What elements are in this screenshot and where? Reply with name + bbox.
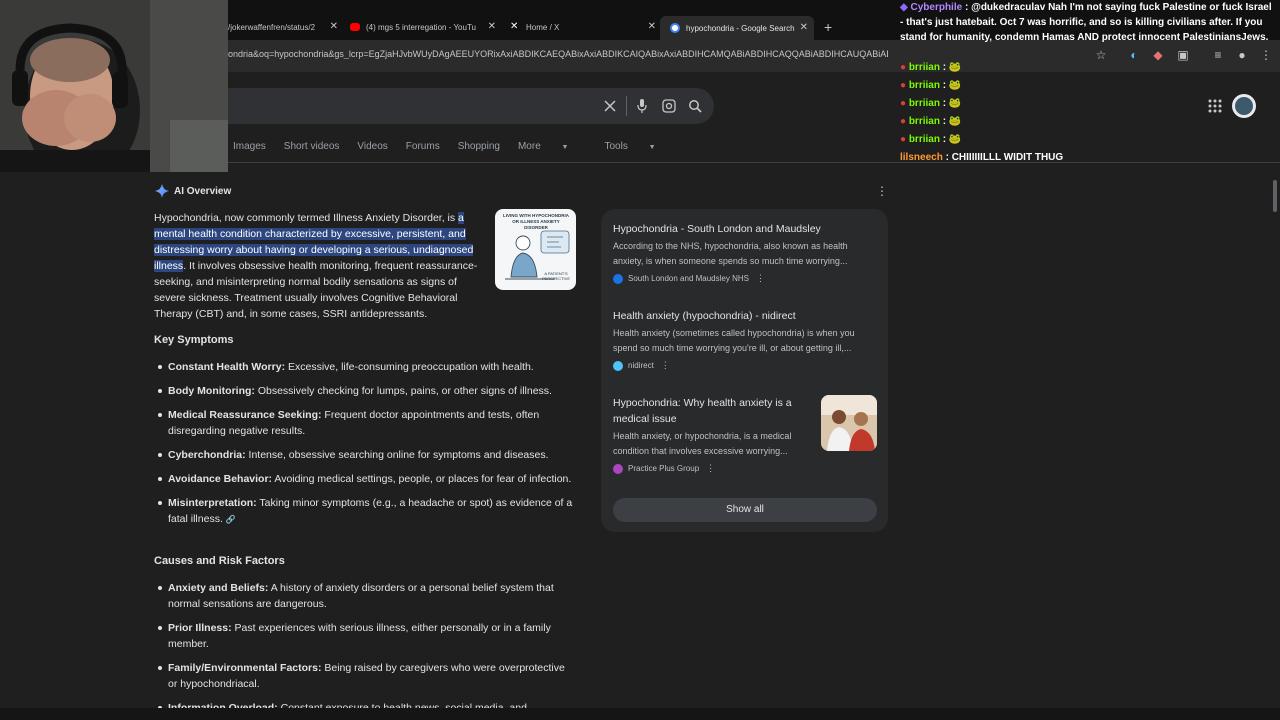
causes-heading: Causes and Risk Factors	[154, 555, 285, 567]
ai-overview-intro: Hypochondria, now commonly termed Illnes…	[154, 212, 478, 320]
list-item: Anxiety and Beliefs: A history of anxiet…	[156, 580, 576, 612]
tab-videos[interactable]: Videos	[357, 141, 387, 155]
close-icon[interactable]: ✕	[488, 21, 496, 32]
source-site: nidirect	[628, 361, 654, 370]
source-card[interactable]: Hypochondria - South London and Maudsley…	[613, 221, 878, 284]
list-item: Body Monitoring: Obsessively checking fo…	[156, 383, 576, 399]
source-meta: nidirect ⋮	[613, 360, 878, 371]
ai-overview-thumbnail[interactable]: LIVING WITH HYPOCHONDRIA OR ILLNESS ANXI…	[495, 209, 576, 290]
tab-twitter-status[interactable]: /jokerwaffenfren/status/2 ✕	[228, 17, 338, 37]
causes-list: Anxiety and Beliefs: A history of anxiet…	[156, 580, 576, 720]
google-icon	[670, 23, 680, 33]
url-field[interactable]: ondria&oq=hypochondria&gs_lcrp=EgZjaHJvb…	[228, 49, 888, 59]
source-card[interactable]: Health anxiety (hypochondria) - nidirect…	[613, 308, 878, 371]
chat-badge-icon: ●	[900, 80, 907, 91]
scrollbar-thumb[interactable]	[1273, 180, 1277, 212]
x-logo-icon: ✕	[510, 21, 519, 32]
tab-forums[interactable]: Forums	[406, 141, 440, 155]
tab-google-search[interactable]: hypochondria - Google Search ✕	[660, 16, 814, 40]
source-title[interactable]: Hypochondria: Why health anxiety is a me…	[613, 395, 818, 427]
list-item: Family/Environmental Factors: Being rais…	[156, 660, 576, 692]
list-item: Cyberchondria: Intense, obsessive search…	[156, 447, 576, 463]
tab-shopping[interactable]: Shopping	[458, 141, 500, 155]
chat-message: lilsneech : CHIIIIIILLL WIDIT THUG	[900, 152, 1064, 163]
link-icon[interactable]: 🔗	[226, 515, 236, 524]
caret-down-icon: ▼	[648, 144, 656, 151]
tab-title: hypochondria - Google Search	[686, 23, 795, 33]
source-title[interactable]: Hypochondria - South London and Maudsley	[613, 221, 878, 237]
stream-chat-overlay: ◆ Cyberphile : @dukedraculav Nah I'm not…	[898, 0, 1280, 165]
chat-message: ● brriian : 🐸	[900, 62, 962, 73]
source-snippet: According to the NHS, hypochondria, also…	[613, 241, 848, 266]
sparkle-icon	[155, 184, 169, 198]
tab-title: /jokerwaffenfren/status/2	[228, 22, 316, 32]
thumbnail-subtitle: A PATIENT'S PERSPECTIVE	[541, 271, 570, 281]
webcam-person-image	[0, 0, 228, 172]
chat-badge-icon: ●	[900, 134, 907, 145]
chat-message: ● brriian : 🐸	[900, 134, 962, 145]
chat-badge-icon: ◆	[900, 2, 908, 13]
source-card[interactable]: Hypochondria: Why health anxiety is a me…	[613, 395, 818, 474]
show-all-button[interactable]: Show all	[613, 498, 877, 522]
tab-title: (4) mgs 5 interregation - YouTu	[366, 22, 476, 32]
chat-badge-icon: ●	[900, 116, 907, 127]
lens-icon[interactable]	[662, 99, 676, 113]
close-icon[interactable]: ✕	[648, 21, 656, 32]
tab-x-home[interactable]: ✕ Home / X ✕	[510, 17, 656, 37]
divider	[626, 96, 627, 116]
source-site: Practice Plus Group	[628, 464, 700, 473]
nidirect-favicon-icon	[613, 360, 623, 371]
search-type-tabs: Images Short videos Videos Forums Shoppi…	[233, 141, 692, 155]
source-meta: South London and Maudsley NHS ⋮	[613, 273, 878, 284]
tab-title: Home / X	[526, 22, 560, 32]
list-item: Constant Health Worry: Excessive, life-c…	[156, 359, 576, 375]
nhs-favicon-icon	[613, 273, 623, 284]
tab-short-videos[interactable]: Short videos	[284, 141, 340, 155]
key-symptoms-heading: Key Symptoms	[154, 334, 234, 346]
more-options-icon[interactable]: ⋮	[706, 463, 715, 474]
page-scrollbar[interactable]	[1270, 180, 1280, 710]
chat-message: ● brriian : 🐸	[900, 80, 962, 91]
close-icon[interactable]: ✕	[800, 22, 808, 33]
source-thumbnail[interactable]	[821, 395, 877, 451]
chat-badge-icon: ●	[900, 98, 907, 109]
caret-down-icon: ▼	[561, 144, 569, 151]
more-options-icon[interactable]: ⋮	[756, 273, 765, 284]
webcam-overlay	[0, 0, 228, 172]
practice-plus-favicon-icon	[613, 463, 623, 474]
search-icon[interactable]	[688, 99, 702, 113]
key-symptoms-list: Constant Health Worry: Excessive, life-c…	[156, 359, 576, 536]
tab-tools[interactable]: Tools ▼	[604, 141, 673, 155]
source-site: South London and Maudsley NHS	[628, 274, 749, 283]
source-meta: Practice Plus Group ⋮	[613, 463, 818, 474]
list-item: Prior Illness: Past experiences with ser…	[156, 620, 576, 652]
close-icon[interactable]: ✕	[330, 21, 338, 32]
bottom-edge	[0, 708, 1280, 720]
chat-message: ◆ Cyberphile : @dukedraculav Nah I'm not…	[900, 2, 1272, 43]
more-options-icon[interactable]: ⋮	[661, 360, 670, 371]
tab-more[interactable]: More ▼	[518, 141, 587, 155]
youtube-icon	[350, 23, 360, 31]
search-input[interactable]	[228, 88, 714, 124]
microphone-icon[interactable]	[636, 98, 648, 114]
sources-panel: Hypochondria - South London and Maudsley…	[601, 209, 888, 532]
list-item: Avoidance Behavior: Avoiding medical set…	[156, 471, 576, 487]
source-title[interactable]: Health anxiety (hypochondria) - nidirect	[613, 308, 878, 324]
chat-message: ● brriian : 🐸	[900, 116, 962, 127]
list-item: Misinterpretation: Taking minor symptoms…	[156, 495, 576, 528]
list-item: Medical Reassurance Seeking: Frequent do…	[156, 407, 576, 439]
doctor-patient-image	[821, 395, 877, 451]
more-options-icon[interactable]: ⋮	[876, 184, 888, 198]
new-tab-button[interactable]: +	[824, 17, 832, 37]
source-snippet: Health anxiety (sometimes called hypocho…	[613, 328, 855, 353]
ai-overview-label: AI Overview	[174, 185, 232, 197]
clear-icon[interactable]	[604, 100, 616, 112]
chat-badge-icon: ●	[900, 62, 907, 73]
source-snippet: Health anxiety, or hypochondria, is a me…	[613, 431, 792, 456]
tab-images[interactable]: Images	[233, 141, 266, 155]
chat-message: ● brriian : 🐸	[900, 98, 962, 109]
ai-overview-header: AI Overview	[155, 184, 231, 198]
tab-youtube[interactable]: (4) mgs 5 interregation - YouTu ✕	[350, 17, 496, 37]
